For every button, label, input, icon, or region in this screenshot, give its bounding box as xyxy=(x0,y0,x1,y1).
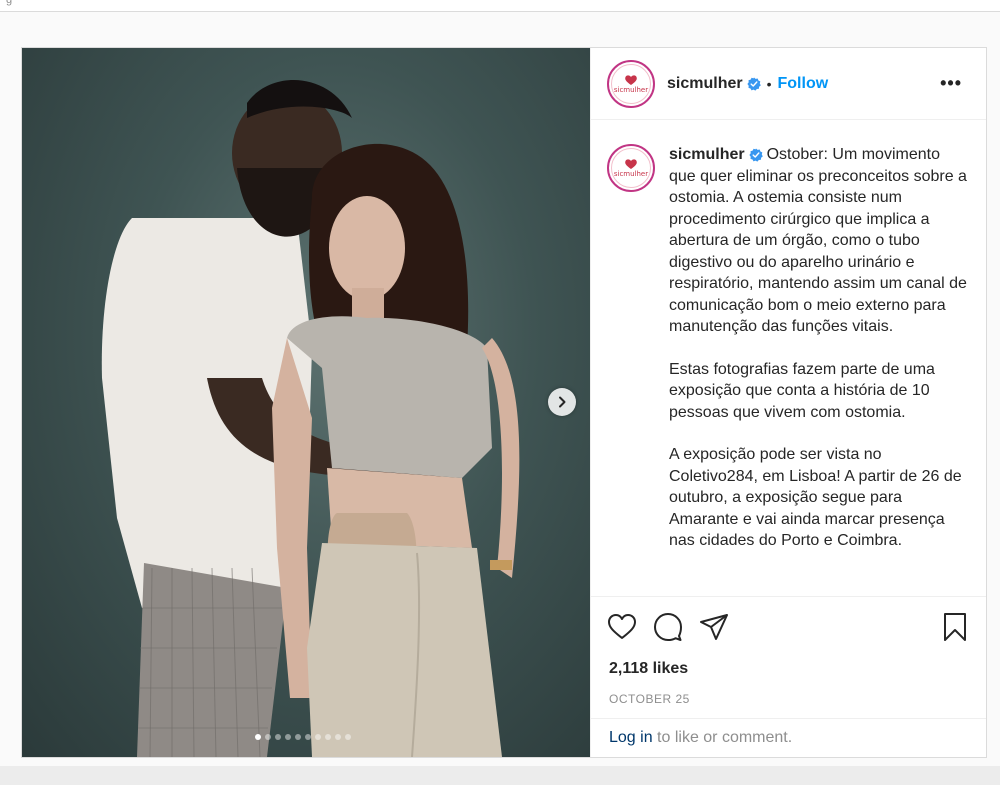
top-glyph: ɡ xyxy=(6,0,13,6)
caption-paragraph: Estas fotografias fazem parte de uma exp… xyxy=(669,360,935,421)
post-date[interactable]: OCTOBER 25 xyxy=(591,682,986,718)
carousel-dot xyxy=(345,734,351,740)
caption-paragraph: sicmulher Ostober: Um movimento que quer… xyxy=(669,144,969,338)
heart-icon xyxy=(608,613,636,639)
avatar-logo-text: sicmulher xyxy=(613,85,649,94)
save-button[interactable] xyxy=(940,612,970,642)
comment-button[interactable] xyxy=(653,612,683,642)
browser-bottom-strip xyxy=(0,766,1000,785)
carousel-dot xyxy=(305,734,311,740)
verified-badge-icon xyxy=(746,77,761,91)
brand-heart-icon xyxy=(625,74,637,85)
action-bar xyxy=(591,596,986,656)
login-prompt: Log in to like or comment. xyxy=(591,718,986,757)
share-button[interactable] xyxy=(699,612,729,642)
caption-text: Ostober: Um movimento que quer eliminar … xyxy=(669,146,967,335)
carousel-dot xyxy=(295,734,301,740)
next-photo-button[interactable] xyxy=(548,388,576,416)
chevron-right-icon xyxy=(559,396,566,408)
carousel-indicator xyxy=(255,734,351,740)
post-caption: sicmulher Ostober: Um movimento que quer… xyxy=(669,144,969,596)
caption-username[interactable]: sicmulher xyxy=(669,146,745,163)
carousel-dot xyxy=(335,734,341,740)
account-avatar[interactable]: sicmulher xyxy=(607,59,655,108)
comment-icon xyxy=(654,612,682,641)
login-prompt-text: to like or comment. xyxy=(652,729,793,746)
caption-avatar[interactable]: sicmulher xyxy=(607,144,655,192)
follow-button[interactable]: Follow xyxy=(778,75,829,93)
post-media[interactable] xyxy=(22,48,590,757)
account-username[interactable]: sicmulher xyxy=(667,75,743,93)
brand-heart-icon xyxy=(625,159,637,169)
post-photo xyxy=(101,80,520,757)
carousel-dot xyxy=(255,734,261,740)
carousel-dot xyxy=(325,734,331,740)
more-options-button[interactable]: ••• xyxy=(940,73,962,94)
caption-paragraph: A exposição pode ser vista no Coletivo28… xyxy=(669,446,962,549)
carousel-dot xyxy=(275,734,281,740)
carousel-dot xyxy=(265,734,271,740)
browser-top-strip: ɡ xyxy=(0,0,1000,12)
post-container: sicmulher sicmulher • Follow ••• sicmulh… xyxy=(21,47,987,758)
post-sidebar: sicmulher sicmulher • Follow ••• sicmulh… xyxy=(590,48,986,757)
likes-count[interactable]: 2,118 likes xyxy=(591,656,986,682)
bookmark-icon xyxy=(944,612,966,641)
comments-area: sicmulher sicmulher Ostober: Um moviment… xyxy=(591,120,986,596)
post-header: sicmulher sicmulher • Follow ••• xyxy=(591,48,986,120)
avatar-logo-text: sicmulher xyxy=(613,170,649,178)
like-button[interactable] xyxy=(607,612,637,642)
verified-badge-icon xyxy=(748,148,763,162)
header-separator: • xyxy=(766,75,772,92)
share-icon xyxy=(700,613,728,640)
carousel-dot xyxy=(315,734,321,740)
carousel-dot xyxy=(285,734,291,740)
login-link[interactable]: Log in xyxy=(609,729,653,746)
